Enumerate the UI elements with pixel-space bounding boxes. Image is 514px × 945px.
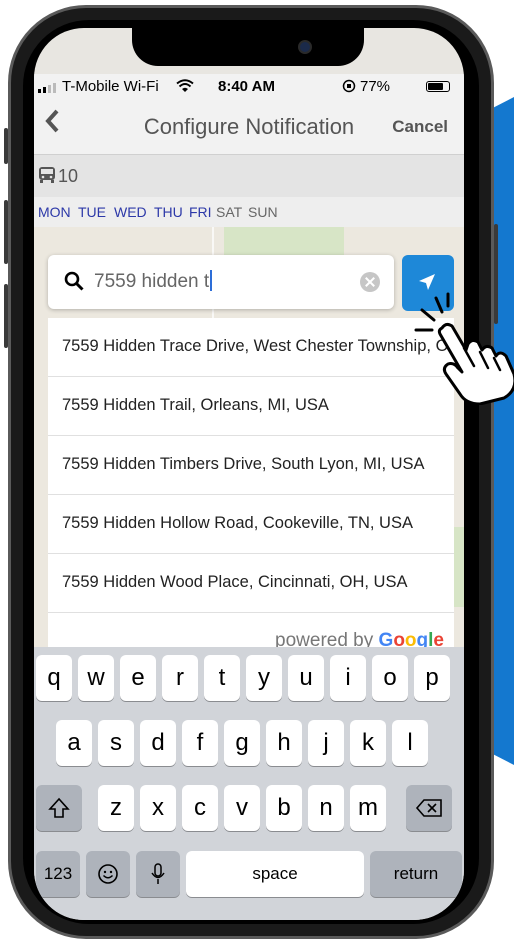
- key-o[interactable]: o: [372, 655, 408, 701]
- key-n[interactable]: n: [308, 785, 344, 831]
- return-key[interactable]: return: [370, 851, 462, 897]
- days-row: MON TUE WED THU FRI SAT SUN: [34, 197, 464, 227]
- key-m[interactable]: m: [350, 785, 386, 831]
- backspace-icon: [415, 799, 442, 817]
- day-sun[interactable]: SUN: [248, 204, 278, 220]
- route-number: 10: [58, 166, 79, 186]
- bus-icon: [39, 167, 55, 183]
- suggestion-item[interactable]: 7559 Hidden Wood Place, Cincinnati, OH, …: [48, 554, 454, 613]
- orientation-lock-icon: [342, 79, 356, 93]
- key-e[interactable]: e: [120, 655, 156, 701]
- day-tue[interactable]: TUE: [78, 204, 106, 220]
- suggestion-item[interactable]: 7559 Hidden Trace Drive, West Chester To…: [48, 318, 454, 377]
- key-l[interactable]: l: [392, 720, 428, 766]
- delete-key[interactable]: [406, 785, 452, 831]
- key-v[interactable]: v: [224, 785, 260, 831]
- day-mon[interactable]: MON: [38, 204, 71, 220]
- numbers-key[interactable]: 123: [36, 851, 80, 897]
- key-i[interactable]: i: [330, 655, 366, 701]
- nav-bar: Configure Notification Cancel: [34, 100, 464, 155]
- clock: 8:40 AM: [218, 78, 275, 95]
- key-u[interactable]: u: [288, 655, 324, 701]
- key-q[interactable]: q: [36, 655, 72, 701]
- day-sat[interactable]: SAT: [216, 204, 242, 220]
- battery-icon: [426, 81, 450, 92]
- key-g[interactable]: g: [224, 720, 260, 766]
- suggestion-list: 7559 Hidden Trace Drive, West Chester To…: [48, 318, 454, 647]
- status-bar: T-Mobile Wi-Fi 8:40 AM 77%: [34, 74, 464, 100]
- key-p[interactable]: p: [414, 655, 450, 701]
- key-b[interactable]: b: [266, 785, 302, 831]
- search-input[interactable]: 7559 hidden t: [48, 255, 394, 309]
- camera-icon: [298, 40, 312, 54]
- key-j[interactable]: j: [308, 720, 344, 766]
- key-a[interactable]: a: [56, 720, 92, 766]
- volume-down-button: [4, 284, 8, 348]
- key-y[interactable]: y: [246, 655, 282, 701]
- key-k[interactable]: k: [350, 720, 386, 766]
- emoji-key[interactable]: [86, 851, 130, 897]
- cancel-button[interactable]: Cancel: [392, 117, 448, 137]
- day-fri[interactable]: FRI: [189, 204, 212, 220]
- phone-screen: T-Mobile Wi-Fi 8:40 AM 77% Configure Not…: [34, 28, 464, 920]
- key-c[interactable]: c: [182, 785, 218, 831]
- notch: [132, 28, 364, 66]
- key-t[interactable]: t: [204, 655, 240, 701]
- location-arrow-icon: [419, 274, 435, 290]
- suggestion-item[interactable]: 7559 Hidden Trail, Orleans, MI, USA: [48, 377, 454, 436]
- signal-icon: [38, 83, 56, 93]
- key-z[interactable]: z: [98, 785, 134, 831]
- text-caret: [210, 270, 213, 291]
- suggestion-item[interactable]: 7559 Hidden Timbers Drive, South Lyon, M…: [48, 436, 454, 495]
- battery-percent: 77%: [360, 78, 391, 95]
- key-h[interactable]: h: [266, 720, 302, 766]
- dictation-key[interactable]: [136, 851, 180, 897]
- key-d[interactable]: d: [140, 720, 176, 766]
- carrier-label: T-Mobile Wi-Fi: [62, 78, 159, 95]
- keyboard: q w e r t y u i o p a s d f g h j k l z …: [34, 647, 464, 920]
- volume-up-button: [4, 200, 8, 264]
- key-s[interactable]: s: [98, 720, 134, 766]
- powered-by-google: powered by Google: [275, 630, 444, 647]
- clear-icon[interactable]: [360, 272, 380, 292]
- suggestion-item[interactable]: 7559 Hidden Hollow Road, Cookeville, TN,…: [48, 495, 454, 554]
- search-text: 7559 hidden t: [94, 270, 213, 293]
- shift-key[interactable]: [36, 785, 82, 831]
- tap-hand-icon: [414, 292, 514, 405]
- emoji-icon: [98, 864, 118, 884]
- wifi-icon: [176, 79, 194, 92]
- route-row: 10: [34, 155, 464, 197]
- shift-icon: [48, 797, 70, 818]
- space-key[interactable]: space: [186, 851, 364, 897]
- mute-switch: [4, 128, 8, 164]
- search-icon: [64, 271, 84, 291]
- key-r[interactable]: r: [162, 655, 198, 701]
- key-w[interactable]: w: [78, 655, 114, 701]
- microphone-icon: [151, 863, 165, 884]
- day-wed[interactable]: WED: [114, 204, 147, 220]
- day-thu[interactable]: THU: [154, 204, 183, 220]
- key-x[interactable]: x: [140, 785, 176, 831]
- key-f[interactable]: f: [182, 720, 218, 766]
